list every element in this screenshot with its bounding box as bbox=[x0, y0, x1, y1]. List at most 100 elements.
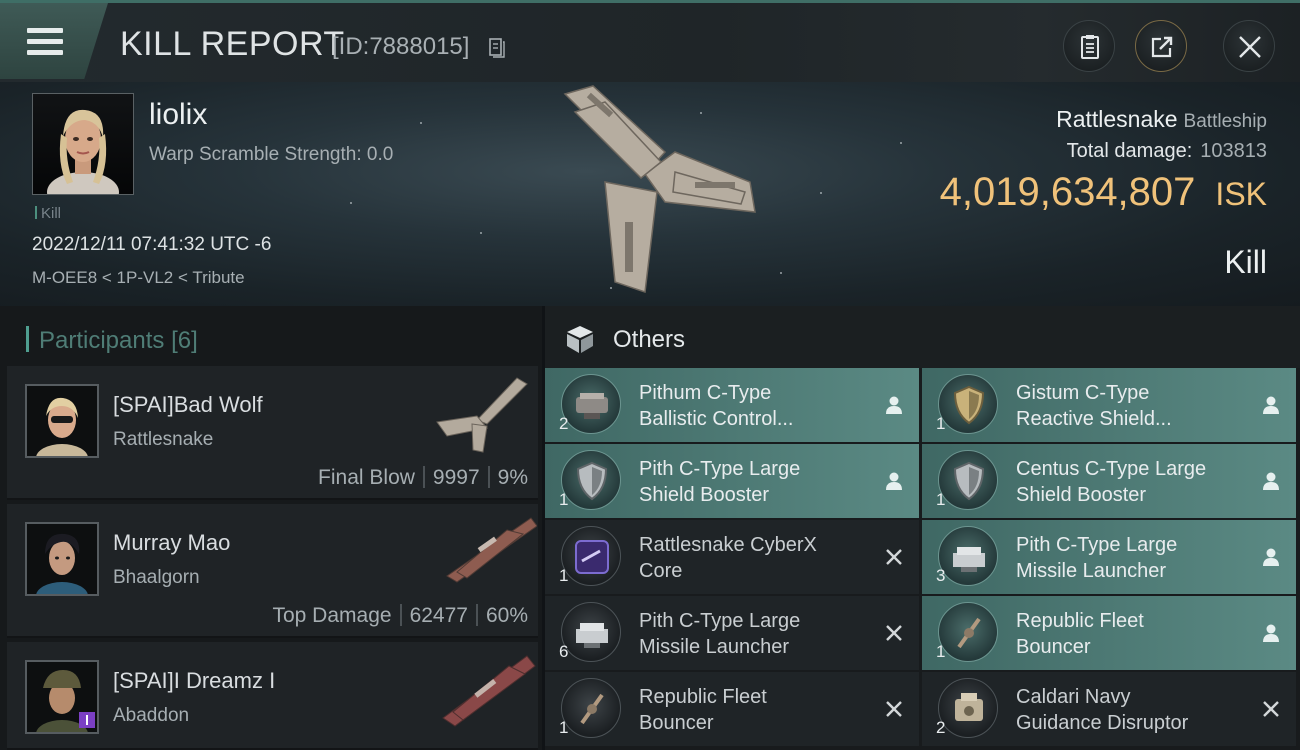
item-name: Republic Fleet Bouncer bbox=[639, 684, 869, 736]
item-quantity: 6 bbox=[559, 642, 569, 661]
copy-icon[interactable] bbox=[489, 38, 505, 58]
item-name-line1: Pith C-Type Large bbox=[639, 458, 801, 480]
participant-damage: 62477 bbox=[409, 604, 468, 627]
item-name: Pith C-Type Large Missile Launcher bbox=[1016, 532, 1246, 584]
result-label: Kill bbox=[1224, 244, 1267, 280]
kill-tag-label: Kill bbox=[41, 205, 62, 222]
participants-header: Participants [6] bbox=[26, 326, 198, 355]
participant-name[interactable]: [SPAI]Bad Wolf bbox=[113, 392, 263, 418]
participant-ship: Bhaalgorn bbox=[113, 567, 200, 588]
participant-name[interactable]: Murray Mao bbox=[113, 530, 230, 556]
participant-row[interactable]: [SPAI]I Dreamz I Abaddon bbox=[7, 642, 538, 750]
item-row[interactable]: 1 Republic Fleet Bouncer bbox=[545, 672, 919, 746]
ballistic-control-icon bbox=[561, 374, 621, 434]
item-quantity: 2 bbox=[559, 414, 569, 433]
item-name-line1: Caldari Navy bbox=[1016, 686, 1131, 708]
stat-divider bbox=[487, 466, 490, 488]
cube-icon bbox=[567, 326, 593, 353]
participant-percent: 60% bbox=[485, 604, 528, 627]
kill-datetime: 2022/12/11 07:41:32 UTC -6 bbox=[32, 234, 272, 255]
isk-amount: 4,019,634,807 bbox=[939, 170, 1196, 214]
avatar[interactable] bbox=[25, 522, 99, 596]
item-name-line2: Ballistic Control... bbox=[639, 408, 794, 430]
dropped-person-icon bbox=[1260, 394, 1282, 416]
menu-icon bbox=[27, 28, 63, 33]
others-header: Others bbox=[545, 306, 1300, 368]
header-bar: KILL REPORT [ID:7888015] bbox=[0, 0, 1300, 82]
item-row[interactable]: 1 Rattlesnake CyberX Core bbox=[545, 520, 919, 594]
item-name-line1: Gistum C-Type bbox=[1016, 382, 1150, 404]
ship-name: Rattlesnake bbox=[1056, 106, 1178, 132]
destroyed-x-icon bbox=[883, 698, 905, 720]
menu-icon-bar bbox=[27, 39, 63, 44]
item-row[interactable]: 2 Pithum C-Type Ballistic Control... bbox=[545, 368, 919, 442]
item-row[interactable]: 1 Pith C-Type Large Shield Booster bbox=[545, 444, 919, 518]
participant-ship: Abaddon bbox=[113, 705, 190, 726]
shield-booster-icon bbox=[561, 450, 621, 510]
participants-label: Participants bbox=[39, 327, 165, 354]
ship-class: Battleship bbox=[1183, 111, 1267, 132]
victim-portrait[interactable] bbox=[32, 93, 134, 195]
isk-value: 4,019,634,807 ISK bbox=[940, 170, 1267, 215]
others-label: Others bbox=[613, 326, 686, 353]
avatar[interactable] bbox=[25, 660, 99, 734]
item-name: Caldari Navy Guidance Disruptor bbox=[1016, 684, 1246, 736]
total-damage-value: 103813 bbox=[1200, 140, 1267, 162]
participant-row[interactable]: [SPAI]Bad Wolf Rattlesnake Final Blow 999… bbox=[7, 366, 538, 500]
victim-name[interactable]: liolix bbox=[149, 98, 207, 132]
share-button[interactable] bbox=[1135, 20, 1187, 72]
item-quantity: 3 bbox=[936, 566, 946, 585]
participant-ship-image bbox=[442, 655, 536, 727]
participant-stats: Final Blow 9997 9% bbox=[318, 466, 528, 490]
item-name-line2: Shield Booster bbox=[1016, 484, 1147, 506]
item-quantity: 2 bbox=[936, 718, 946, 737]
dropped-person-icon bbox=[883, 470, 905, 492]
item-name-line1: Pith C-Type Large bbox=[639, 610, 801, 632]
menu-button[interactable] bbox=[0, 3, 108, 79]
drone-icon bbox=[938, 602, 998, 662]
dropped-person-icon bbox=[883, 394, 905, 416]
cyberx-core-icon bbox=[561, 526, 621, 586]
total-damage-label: Total damage: bbox=[1066, 140, 1193, 162]
victim-ship[interactable]: Rattlesnake Battleship bbox=[1056, 106, 1267, 133]
avatar[interactable] bbox=[25, 384, 99, 458]
item-row[interactable]: 2 Caldari Navy Guidance Disruptor bbox=[922, 672, 1296, 746]
item-row[interactable]: 6 Pith C-Type Large Missile Launcher bbox=[545, 596, 919, 670]
total-damage: Total damage: 103813 bbox=[1067, 140, 1267, 163]
participant-ship-image bbox=[436, 377, 528, 453]
shield-hardener-icon bbox=[938, 374, 998, 434]
close-button[interactable] bbox=[1223, 20, 1275, 72]
item-quantity: 1 bbox=[936, 490, 946, 509]
participant-name[interactable]: [SPAI]I Dreamz I bbox=[113, 668, 275, 694]
item-row[interactable]: 1 Gistum C-Type Reactive Shield... bbox=[922, 368, 1296, 442]
shield-booster-icon bbox=[938, 450, 998, 510]
item-quantity: 1 bbox=[559, 566, 569, 585]
missile-launcher-icon bbox=[561, 602, 621, 662]
item-name-line1: Republic Fleet bbox=[1016, 610, 1144, 632]
kill-location[interactable]: M-OEE8 < 1P-VL2 < Tribute bbox=[32, 268, 245, 288]
destroyed-x-icon bbox=[883, 622, 905, 644]
warp-scramble-strength: Warp Scramble Strength: 0.0 bbox=[149, 144, 394, 165]
participant-percent: 9% bbox=[497, 466, 528, 489]
item-name-line2: Core bbox=[639, 560, 683, 582]
stat-divider bbox=[399, 604, 402, 626]
item-name-line1: Rattlesnake CyberX bbox=[639, 534, 817, 556]
item-quantity: 1 bbox=[936, 642, 946, 661]
item-name-line2: Bouncer bbox=[1016, 636, 1091, 658]
clipboard-button[interactable] bbox=[1063, 20, 1115, 72]
page-title: KILL REPORT bbox=[120, 25, 345, 63]
item-name-line2: Guidance Disruptor bbox=[1016, 712, 1189, 734]
dropped-person-icon bbox=[1260, 622, 1282, 644]
item-row[interactable]: 1 Centus C-Type Large Shield Booster bbox=[922, 444, 1296, 518]
item-name-line1: Pithum C-Type bbox=[639, 382, 772, 404]
victim-summary: liolix Warp Scramble Strength: 0.0 Kill … bbox=[0, 82, 1300, 306]
item-name: Rattlesnake CyberX Core bbox=[639, 532, 869, 584]
item-name-line1: Centus C-Type Large bbox=[1016, 458, 1207, 480]
item-row[interactable]: 3 Pith C-Type Large Missile Launcher bbox=[922, 520, 1296, 594]
menu-icon-bar bbox=[27, 50, 63, 55]
participant-damage: 9997 bbox=[432, 466, 480, 489]
participant-row[interactable]: Murray Mao Bhaalgorn Top Damage 62477 60% bbox=[7, 504, 538, 638]
share-icon bbox=[1151, 36, 1173, 58]
item-row[interactable]: 1 Republic Fleet Bouncer bbox=[922, 596, 1296, 670]
item-name-line1: Republic Fleet bbox=[639, 686, 767, 708]
